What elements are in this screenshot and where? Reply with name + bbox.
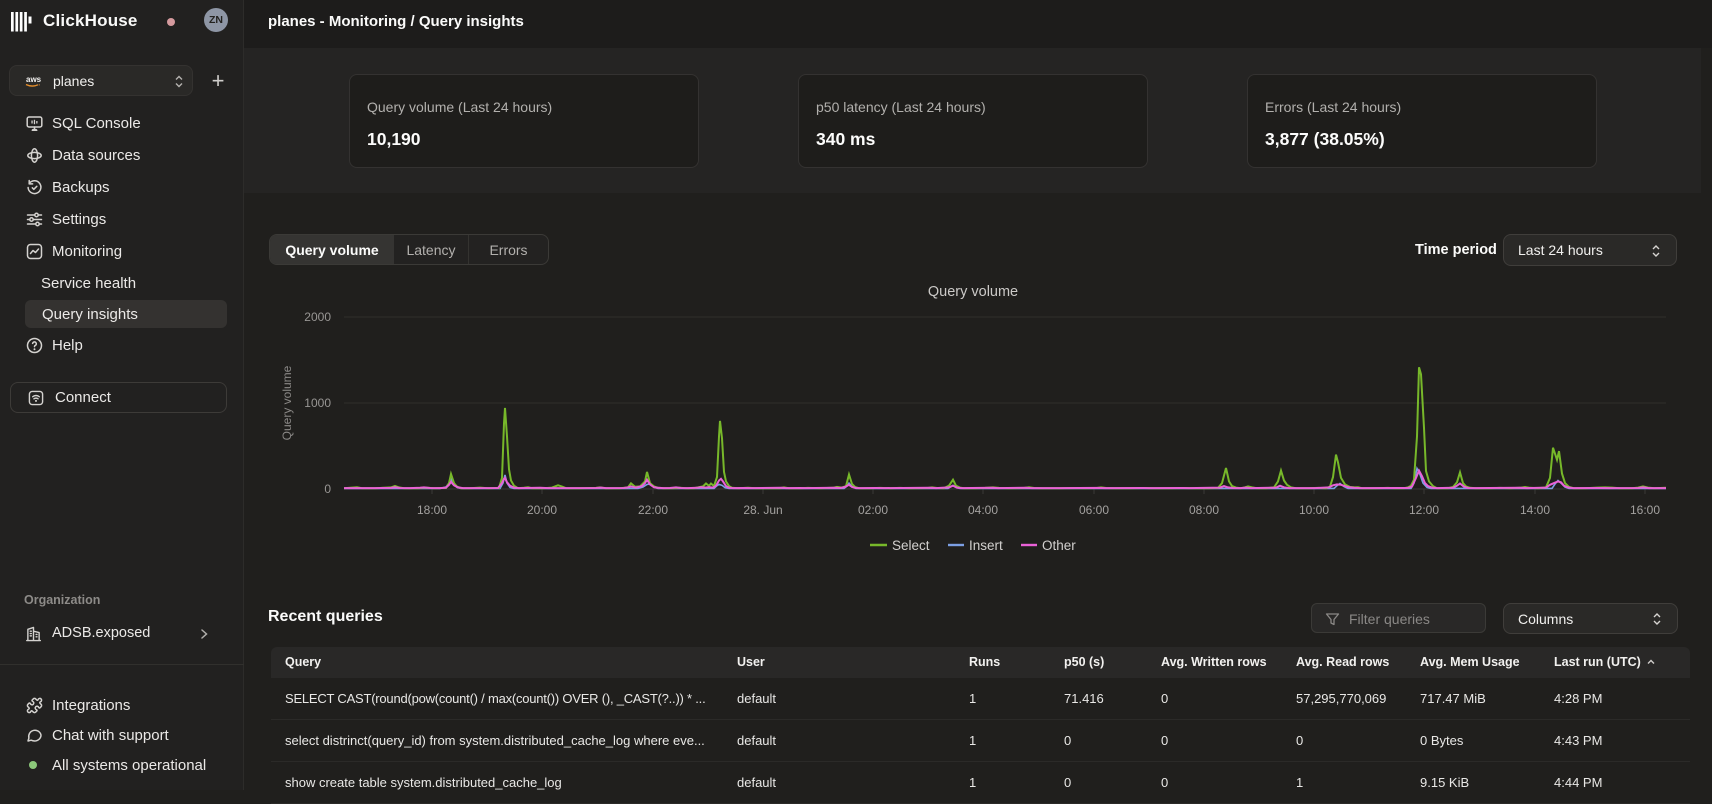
svg-text:22:00: 22:00: [638, 503, 668, 517]
svg-text:06:00: 06:00: [1079, 503, 1109, 517]
svg-text:Select: Select: [892, 538, 930, 553]
svg-text:Query volume: Query volume: [928, 284, 1018, 300]
svg-text:Insert: Insert: [969, 538, 1003, 553]
svg-text:0: 0: [324, 482, 331, 496]
svg-text:Other: Other: [1042, 538, 1076, 553]
svg-text:2000: 2000: [304, 310, 331, 324]
svg-text:Query volume: Query volume: [280, 365, 294, 440]
svg-text:aws: aws: [26, 75, 42, 84]
svg-text:10:00: 10:00: [1299, 503, 1329, 517]
svg-text:28. Jun: 28. Jun: [743, 503, 782, 517]
svg-text:04:00: 04:00: [968, 503, 998, 517]
svg-text:20:00: 20:00: [527, 503, 557, 517]
svg-text:02:00: 02:00: [858, 503, 888, 517]
svg-text:18:00: 18:00: [417, 503, 447, 517]
svg-text:14:00: 14:00: [1520, 503, 1550, 517]
svg-text:16:00: 16:00: [1630, 503, 1660, 517]
svg-text:1000: 1000: [304, 396, 331, 410]
svg-text:12:00: 12:00: [1409, 503, 1439, 517]
svg-text:08:00: 08:00: [1189, 503, 1219, 517]
